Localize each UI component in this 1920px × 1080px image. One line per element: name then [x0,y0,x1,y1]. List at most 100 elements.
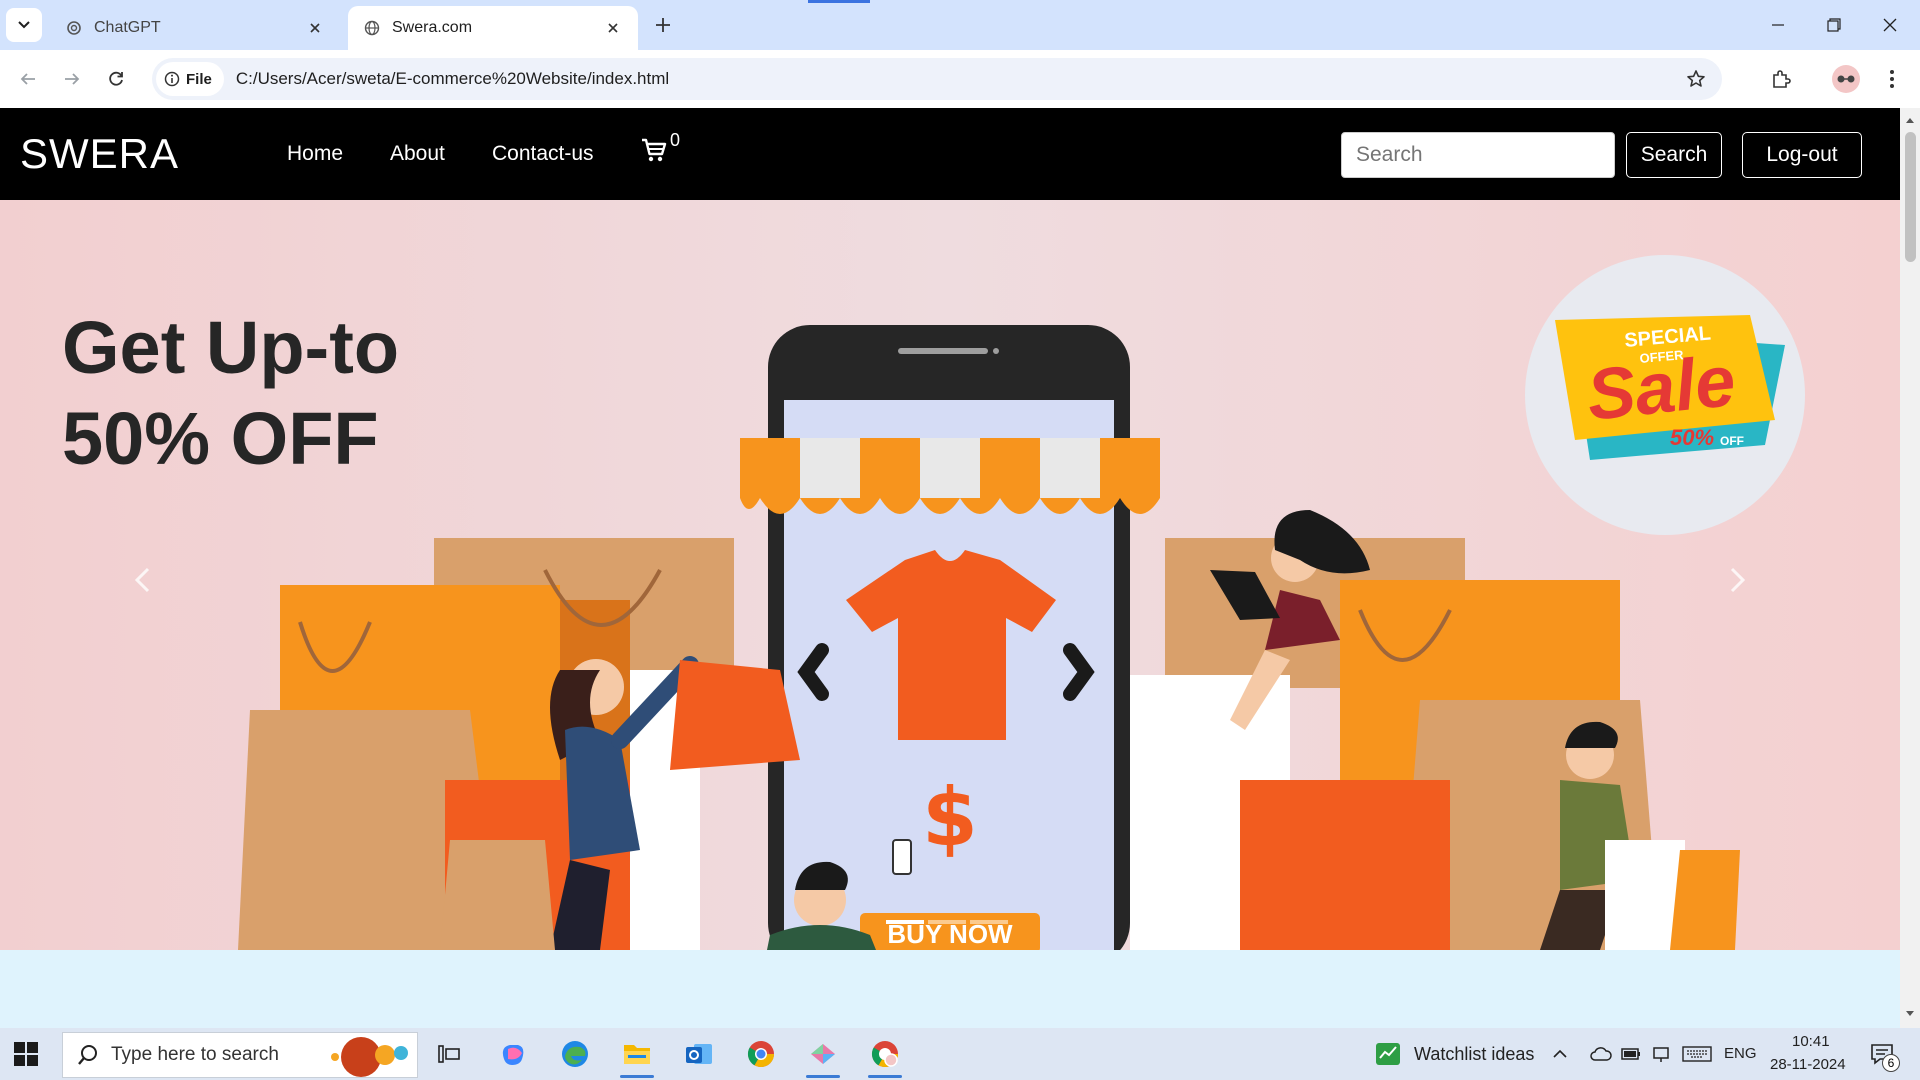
search-highlight-icon [331,1037,408,1077]
carousel-indicator[interactable] [886,920,924,924]
bookmark-button[interactable] [1678,61,1714,97]
url-text[interactable]: C:/Users/Acer/sweta/E-commerce%20Website… [236,69,1678,89]
taskbar-search-placeholder: Type here to search [111,1044,279,1065]
folder-icon [624,1045,650,1064]
cart-count: 0 [670,130,681,150]
edge-icon [562,1041,588,1067]
network-tray-icon[interactable] [1648,1034,1674,1074]
stock-chart-icon [1376,1043,1400,1065]
page-scrollbar[interactable] [1900,108,1920,1028]
chatgpt-icon [64,18,84,38]
minimize-icon [1772,24,1784,26]
edge-app[interactable] [554,1034,596,1074]
clock-time[interactable]: 10:41 [1792,1033,1830,1050]
cart-button[interactable]: 0 [640,130,680,164]
tab-title: ChatGPT [94,19,161,36]
restore-button[interactable] [1806,8,1862,42]
tab-title: Swera.com [392,19,473,36]
hero-headline-line2: 50% OFF [62,397,379,480]
site-brand[interactable]: SWERA [20,130,179,178]
carousel-next-button[interactable] [1718,560,1758,600]
show-hidden-icons-button[interactable] [1548,1034,1572,1074]
tab-swera[interactable]: Swera.com [348,6,638,50]
info-icon [164,71,180,87]
scroll-thumb[interactable] [1905,132,1916,262]
network-icon [1653,1047,1669,1062]
close-icon[interactable] [602,17,624,39]
tab-strip: ChatGPT Swera.com [0,0,1920,50]
puzzle-icon [1773,70,1791,88]
battery-tray-icon[interactable] [1618,1034,1644,1074]
cloud-icon [1590,1047,1612,1061]
onedrive-tray-icon[interactable] [1588,1034,1614,1074]
hero-headline: Get Up-to 50% OFF [62,302,399,484]
language-indicator[interactable]: ENG [1724,1045,1757,1062]
browser-toolbar: File C:/Users/Acer/sweta/E-commerce%20We… [0,50,1920,108]
badge-sale-text: Sale [1583,341,1739,436]
reload-button[interactable] [98,61,134,97]
hero-headline-line1: Get Up-to [62,306,400,389]
notification-button[interactable]: 6 [1862,1034,1902,1074]
carousel-indicators [886,920,1008,924]
close-window-button[interactable] [1862,8,1918,42]
back-button[interactable] [10,61,46,97]
badge-off-text: OFF [1720,434,1744,448]
search-input[interactable] [1341,132,1615,178]
arrow-left-icon [20,73,35,85]
keyboard-icon [1682,1046,1712,1062]
tab-search-button[interactable] [6,8,42,42]
chevron-right-icon [1730,567,1746,593]
reload-icon [109,71,123,86]
new-tab-button[interactable] [648,10,678,40]
outlook-app[interactable] [678,1034,720,1074]
task-view-icon [438,1045,460,1063]
page-viewport: SWERA Home About Contact-us 0 Search Log… [0,108,1900,1028]
windows-start-icon[interactable] [12,1040,40,1068]
tab-chatgpt[interactable]: ChatGPT [50,6,340,50]
profile-button[interactable] [1828,61,1864,97]
avatar [1832,65,1860,93]
clock-date[interactable]: 28-11-2024 [1770,1056,1846,1073]
nav-contact[interactable]: Contact-us [492,142,594,166]
widget-text[interactable]: Watchlist ideas [1414,1044,1534,1065]
minimize-button[interactable] [1750,8,1806,42]
outlook-icon [686,1044,712,1064]
file-explorer-app[interactable] [616,1034,658,1078]
forward-button[interactable] [54,61,90,97]
chrome-profile-app[interactable] [864,1034,906,1078]
search-button[interactable]: Search [1626,132,1722,178]
carousel-indicator[interactable] [970,920,1008,924]
extensions-button[interactable] [1763,61,1799,97]
scroll-up-icon[interactable] [1904,114,1916,126]
copilot-app[interactable] [492,1034,534,1074]
scroll-down-icon[interactable] [1904,1008,1916,1020]
keyboard-tray-icon[interactable] [1680,1034,1714,1074]
chrome-app[interactable] [740,1034,782,1074]
chevron-left-icon [134,567,150,593]
chevron-up-icon [1553,1049,1567,1058]
plus-icon [656,18,670,32]
address-bar[interactable]: File C:/Users/Acer/sweta/E-commerce%20We… [152,58,1722,100]
chrome-icon [747,1041,775,1068]
site-info-chip[interactable]: File [156,62,224,96]
taskbar: Type here to search Watchlist ideas ENG … [0,1028,1920,1080]
carousel-prev-button[interactable] [122,560,162,600]
watchlist-widget-icon[interactable] [1370,1034,1406,1074]
logout-button[interactable]: Log-out [1742,132,1862,178]
close-icon [1883,18,1897,32]
chevron-down-icon [18,21,30,29]
taskbar-search[interactable]: Type here to search [62,1032,418,1078]
task-view-button[interactable] [428,1034,470,1074]
close-icon[interactable] [304,17,326,39]
cart-icon [642,138,667,162]
globe-icon [362,18,382,38]
code-app[interactable] [802,1034,844,1078]
browser-menu-button[interactable] [1874,61,1910,97]
search-icon [78,1045,97,1065]
carousel-indicator[interactable] [928,920,966,924]
diamond-icon [811,1044,835,1064]
site-navbar: SWERA Home About Contact-us 0 Search Log… [0,108,1900,200]
loading-indicator [808,0,870,3]
nav-about[interactable]: About [390,142,445,166]
nav-home[interactable]: Home [287,142,343,166]
